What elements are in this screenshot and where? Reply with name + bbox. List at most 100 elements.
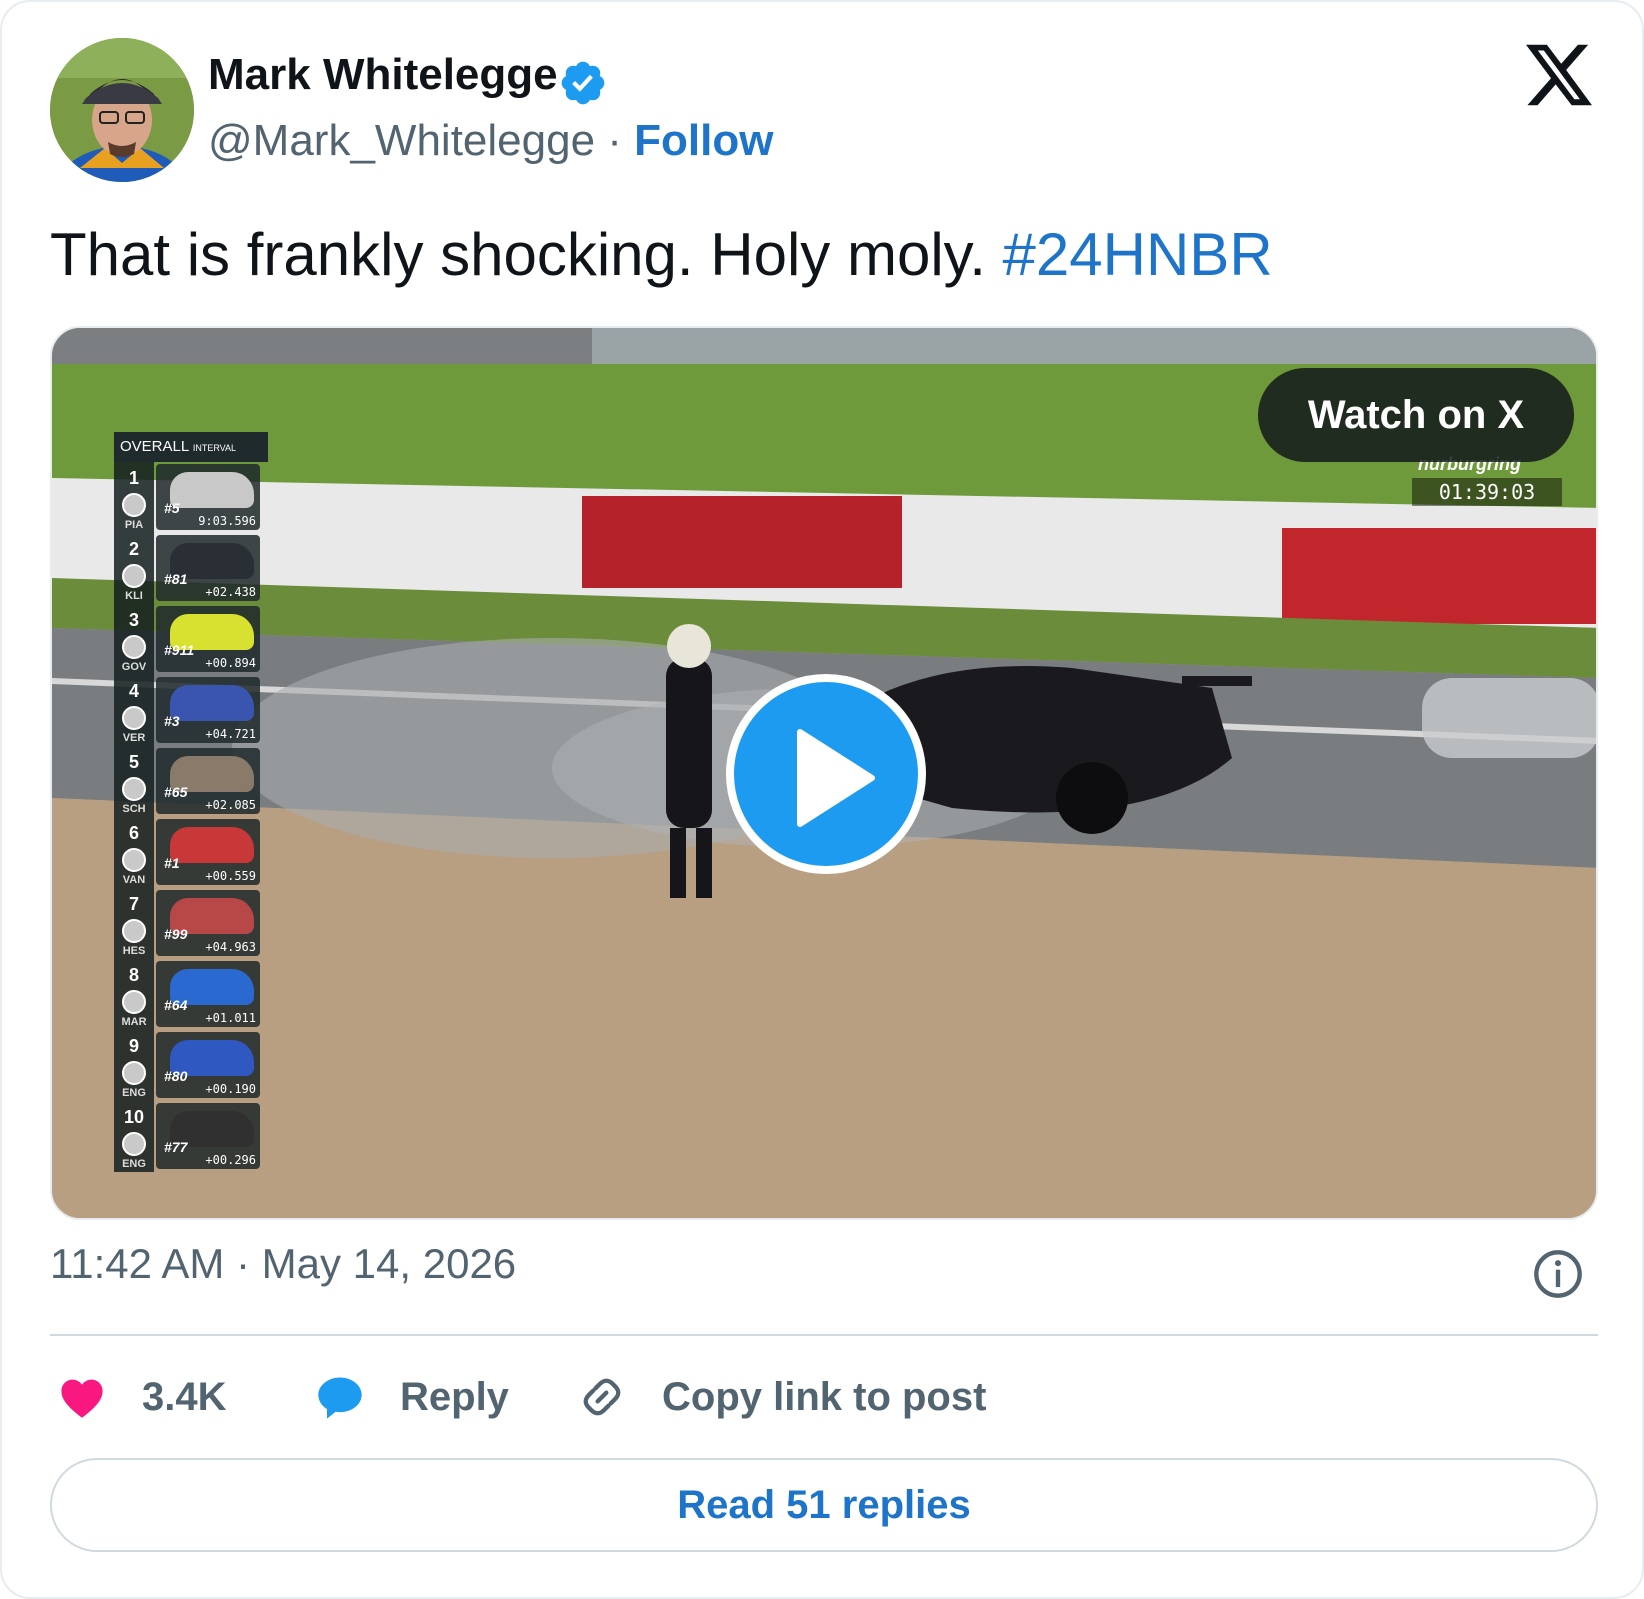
- car-number: #81: [164, 571, 188, 587]
- leaderboard-row: 8 MAR #64 +01.011: [114, 959, 268, 1030]
- car-card: #99 +04.963: [156, 890, 260, 956]
- car-card: #80 +00.190: [156, 1032, 260, 1098]
- video-media[interactable]: OVERALL INTERVAL 1 PIA #5 9:03.596 2 KLI #81 +0…: [50, 326, 1598, 1220]
- leaderboard-row: 9 ENG #80 +00.190: [114, 1030, 268, 1101]
- leaderboard-row: 5 SCH #65 +02.085: [114, 746, 268, 817]
- avatar[interactable]: [50, 38, 194, 182]
- info-icon[interactable]: [1532, 1248, 1584, 1300]
- copy-link-label: Copy link to post: [662, 1374, 987, 1419]
- reply-button[interactable]: Reply: [314, 1364, 509, 1430]
- driver-abbr: GOV: [121, 661, 147, 673]
- car-card: #3 +04.721: [156, 677, 260, 743]
- leaderboard-row: 6 VAN #1 +00.559: [114, 817, 268, 888]
- reply-bubble-icon: [318, 1377, 362, 1419]
- separator: ·: [607, 116, 622, 165]
- leaderboard-header: OVERALL INTERVAL: [114, 432, 268, 462]
- leaderboard-title: OVERALL: [120, 438, 189, 455]
- interval-gap: +01.011: [205, 1011, 256, 1025]
- leaderboard-position: 2 KLI: [114, 533, 154, 604]
- link-icon: [583, 1378, 621, 1416]
- leaderboard-row: 2 KLI #81 +02.438: [114, 533, 268, 604]
- hashtag-link[interactable]: #24HNBR: [1003, 221, 1273, 288]
- watch-on-x-button[interactable]: Watch on X: [1258, 368, 1574, 462]
- manufacturer-badge-icon: [122, 990, 146, 1014]
- car-card: #1 +00.559: [156, 819, 260, 885]
- position-number: 6: [128, 823, 139, 843]
- divider: [50, 1334, 1598, 1336]
- like-button[interactable]: 3.4K: [56, 1364, 227, 1430]
- leaderboard-position: 7 HES: [114, 888, 154, 959]
- car-card: #911 +00.894: [156, 606, 260, 672]
- leaderboard-position: 1 PIA: [114, 462, 154, 533]
- handle-row: @Mark_Whitelegge · Follow: [208, 116, 773, 166]
- avatar-image: [50, 38, 194, 182]
- interval-gap: +04.721: [205, 727, 256, 741]
- position-number: 3: [128, 610, 139, 630]
- driver-abbr: KLI: [125, 590, 143, 602]
- car-card: #81 +02.438: [156, 535, 260, 601]
- driver-abbr: PIA: [124, 519, 144, 531]
- car-number: #99: [164, 926, 188, 942]
- play-button[interactable]: [726, 674, 926, 874]
- overlay-clock: 01:39:03: [1412, 478, 1562, 506]
- car-card: #64 +01.011: [156, 961, 260, 1027]
- car-card: #77 +00.296: [156, 1103, 260, 1169]
- interval-gap: +02.085: [205, 798, 256, 812]
- driver-abbr: ENG: [122, 1087, 146, 1099]
- car-number: #64: [164, 997, 188, 1013]
- read-replies-button[interactable]: Read 51 replies: [50, 1458, 1598, 1552]
- tweet-timestamp[interactable]: 11:42 AM · May 14, 2026: [50, 1240, 516, 1288]
- car-number: #3: [164, 713, 180, 729]
- manufacturer-badge-icon: [122, 919, 146, 943]
- manufacturer-badge-icon: [122, 564, 146, 588]
- position-number: 9: [128, 1036, 139, 1056]
- follow-button[interactable]: Follow: [634, 116, 773, 165]
- copy-link-button[interactable]: Copy link to post: [576, 1364, 986, 1430]
- manufacturer-badge-icon: [122, 706, 146, 730]
- leaderboard-row: 1 PIA #5 9:03.596: [114, 462, 268, 533]
- interval-gap: +02.438: [205, 585, 256, 599]
- leaderboard-row: 10 ENG #77 +00.296: [114, 1101, 268, 1172]
- heart-icon: [61, 1379, 103, 1418]
- car-number: #1: [164, 855, 180, 871]
- leaderboard-subtitle: INTERVAL: [192, 443, 237, 453]
- play-icon: [797, 729, 875, 827]
- driver-abbr: MAR: [121, 1016, 147, 1028]
- interval-gap: +00.296: [205, 1153, 256, 1167]
- car-number: #80: [164, 1068, 188, 1084]
- interval-gap: +00.894: [205, 656, 256, 670]
- x-logo-icon[interactable]: [1526, 44, 1592, 106]
- position-number: 7: [128, 894, 139, 914]
- driver-abbr: ENG: [122, 1158, 146, 1170]
- manufacturer-badge-icon: [122, 1132, 146, 1156]
- manufacturer-badge-icon: [122, 493, 146, 517]
- tweet-card: Mark Whitelegge @Mark_Whitelegge · Follo…: [0, 0, 1644, 1599]
- leaderboard-position: 4 VER: [114, 675, 154, 746]
- author-handle[interactable]: @Mark_Whitelegge: [208, 116, 595, 165]
- tweet-body: That is frankly shocking. Holy moly.: [50, 221, 1003, 288]
- position-number: 1: [128, 468, 139, 488]
- manufacturer-badge-icon: [122, 848, 146, 872]
- verified-badge-icon: [561, 61, 605, 105]
- leaderboard-position: 10 ENG: [114, 1101, 154, 1172]
- leaderboard-position: 6 VAN: [114, 817, 154, 888]
- car-card: #5 9:03.596: [156, 464, 260, 530]
- car-number: #65: [164, 784, 188, 800]
- car-number: #77: [164, 1139, 188, 1155]
- interval-gap: 9:03.596: [198, 514, 256, 528]
- car-number: #911: [164, 642, 195, 658]
- driver-abbr: SCH: [122, 803, 146, 815]
- reply-label: Reply: [400, 1374, 509, 1419]
- driver-abbr: VAN: [122, 874, 146, 886]
- driver-abbr: HES: [122, 945, 146, 957]
- position-number: 5: [128, 752, 139, 772]
- leaderboard-row: 4 VER #3 +04.721: [114, 675, 268, 746]
- author-name[interactable]: Mark Whitelegge: [208, 50, 558, 100]
- driver-abbr: VER: [122, 732, 146, 744]
- interval-gap: +00.559: [205, 869, 256, 883]
- leaderboard-position: 3 GOV: [114, 604, 154, 675]
- position-number: 4: [128, 681, 139, 701]
- position-number: 10: [123, 1107, 145, 1127]
- manufacturer-badge-icon: [122, 635, 146, 659]
- interval-gap: +04.963: [205, 940, 256, 954]
